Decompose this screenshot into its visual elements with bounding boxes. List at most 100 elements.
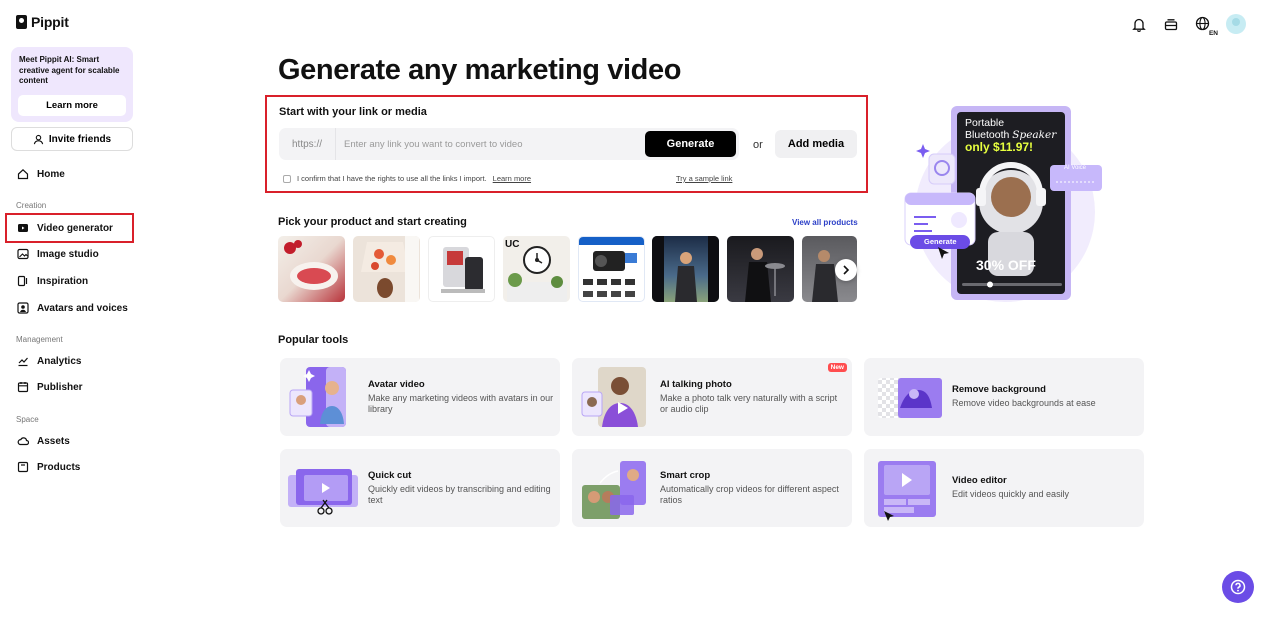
home-icon [17, 168, 29, 180]
sidebar-item-label: Avatars and voices [37, 302, 128, 314]
chevron-right-icon [843, 265, 850, 275]
link-section-title: Start with your link or media [279, 106, 427, 118]
avatar-voice-icon [17, 302, 29, 314]
sidebar-item-label: Video generator [37, 222, 113, 234]
tool-card-smart-crop[interactable]: Smart crop Automatically crop videos for… [572, 449, 852, 527]
rights-checkbox[interactable] [283, 174, 291, 183]
analytics-icon [17, 355, 29, 367]
hero-art-generate-chip: Generate [924, 237, 957, 246]
invite-friends-button[interactable]: Invite friends [11, 127, 133, 151]
logo-text: Pippit [31, 14, 69, 30]
subscription-icon[interactable] [1162, 15, 1180, 33]
tool-description: Make a photo talk very naturally with a … [660, 392, 838, 415]
language-globe-icon[interactable]: EN [1194, 15, 1218, 37]
hero-art-price: only $11.97! [965, 140, 1034, 154]
quick-cut-text: Quick cut Quickly edit videos by transcr… [368, 449, 554, 527]
pippit-logo-icon [16, 15, 27, 29]
person-icon [33, 134, 44, 144]
product-thumbnail-outdoor-woman[interactable] [652, 236, 719, 302]
image-studio-icon [17, 248, 29, 260]
tool-description: Remove video backgrounds at ease [952, 398, 1096, 409]
popular-tools-title: Popular tools [278, 334, 349, 346]
bell-icon[interactable] [1130, 15, 1148, 33]
sidebar-item-image-studio[interactable]: Image studio [11, 242, 133, 266]
tool-title: AI talking photo [660, 378, 732, 390]
product-thumbnail-floral-lamp[interactable] [353, 236, 420, 302]
product-thumbnail-kitchen-appliance[interactable] [428, 236, 495, 302]
learn-more-button[interactable]: Learn more [18, 95, 126, 116]
sidebar-item-video-generator[interactable]: Video generator [5, 213, 134, 243]
view-all-products-link[interactable]: View all products [792, 218, 858, 227]
product-thumbnail-wall-clock[interactable]: UC [503, 236, 570, 302]
or-separator: or [753, 139, 763, 151]
product-box-icon [17, 461, 29, 473]
tool-description: Edit videos quickly and easily [952, 489, 1070, 500]
product-thumbnail-strawberry-plate[interactable] [278, 236, 345, 302]
tool-card-video-editor[interactable]: Video editor Edit videos quickly and eas… [864, 449, 1144, 527]
promo-card: Meet Pippit AI: Smart creative agent for… [11, 47, 133, 122]
rights-learn-more-link[interactable]: Learn more [493, 174, 531, 183]
generate-button[interactable]: Generate [645, 131, 736, 157]
add-media-button[interactable]: Add media [775, 130, 857, 158]
sidebar-item-label: Inspiration [37, 275, 89, 287]
space-section-label: Space [16, 415, 39, 424]
try-sample-link[interactable]: Try a sample link [676, 174, 732, 183]
tool-description: Make any marketing videos with avatars i… [368, 392, 554, 415]
calendar-icon [17, 381, 29, 393]
help-button[interactable] [1222, 571, 1254, 603]
creation-section-label: Creation [16, 201, 47, 210]
sidebar-item-avatars-voices[interactable]: Avatars and voices [11, 296, 133, 320]
ai-talking-photo-text: AI talking photo Make a photo talk very … [660, 358, 846, 436]
invite-friends-label: Invite friends [48, 133, 112, 145]
tool-card-remove-background[interactable]: Remove background Remove video backgroun… [864, 358, 1144, 436]
hero-art-ai-voice: AI Voice [1064, 165, 1087, 171]
video-editor-text: Video editor Edit videos quickly and eas… [952, 449, 1138, 527]
remove-background-thumbnail [870, 364, 948, 430]
sidebar: Pippit Meet Pippit AI: Smart creative ag… [0, 0, 144, 623]
cloud-icon [17, 435, 29, 447]
sidebar-item-home[interactable]: Home [11, 162, 133, 186]
tool-title: Smart crop [660, 469, 711, 481]
page-title: Generate any marketing video [278, 54, 682, 86]
ai-talking-photo-thumbnail [578, 364, 656, 430]
video-generator-icon [17, 222, 29, 234]
url-bar: https:// Generate [279, 128, 739, 160]
sidebar-item-inspiration[interactable]: Inspiration [11, 269, 133, 293]
hero-art-headline-1: Portable [965, 117, 1005, 129]
smart-crop-thumbnail [578, 455, 656, 521]
url-prefix: https:// [279, 128, 336, 160]
tool-card-quick-cut[interactable]: Quick cut Quickly edit videos by transcr… [280, 449, 560, 527]
product-thumbnail-drummer[interactable] [727, 236, 794, 302]
tool-card-ai-talking-photo[interactable]: New AI talking photo Make a photo talk v… [572, 358, 852, 436]
sidebar-item-assets[interactable]: Assets [11, 429, 133, 453]
products-section-title: Pick your product and start creating [278, 216, 467, 228]
sidebar-item-label: Home [37, 168, 65, 180]
tool-title: Video editor [952, 475, 1007, 487]
topbar-actions: EN [1130, 14, 1246, 37]
product-thumbnail-camera-kit[interactable] [578, 236, 645, 302]
management-section-label: Management [16, 335, 63, 344]
rights-confirmation-text: I confirm that I have the rights to use … [297, 174, 487, 183]
carousel-next-button[interactable] [835, 259, 857, 281]
sidebar-item-label: Assets [37, 435, 70, 447]
tool-title: Avatar video [368, 378, 425, 390]
remove-background-text: Remove background Remove video backgroun… [952, 358, 1138, 436]
tool-title: Quick cut [368, 469, 412, 481]
user-avatar[interactable] [1226, 14, 1246, 34]
link-input-panel: Start with your link or media https:// G… [265, 95, 868, 193]
sidebar-item-products[interactable]: Products [11, 455, 133, 479]
sidebar-item-analytics[interactable]: Analytics [11, 349, 133, 373]
avatar-video-thumbnail [286, 364, 364, 430]
tool-description: Quickly edit videos by transcribing and … [368, 483, 551, 506]
video-editor-thumbnail [870, 455, 948, 521]
tool-card-avatar-video[interactable]: Avatar video Make any marketing videos w… [280, 358, 560, 436]
help-question-icon [1230, 579, 1246, 595]
sidebar-item-publisher[interactable]: Publisher [11, 375, 133, 399]
tool-title: Remove background [952, 384, 1046, 396]
hero-illustration: Portable Bluetooth Speaker only $11.97! … [900, 102, 1110, 304]
hero-art-discount: 30% OFF [976, 257, 1036, 273]
promo-text: Meet Pippit AI: Smart creative agent for… [19, 55, 120, 85]
logo[interactable]: Pippit [16, 14, 69, 30]
sidebar-item-label: Publisher [37, 381, 83, 393]
sidebar-item-label: Analytics [37, 355, 82, 367]
